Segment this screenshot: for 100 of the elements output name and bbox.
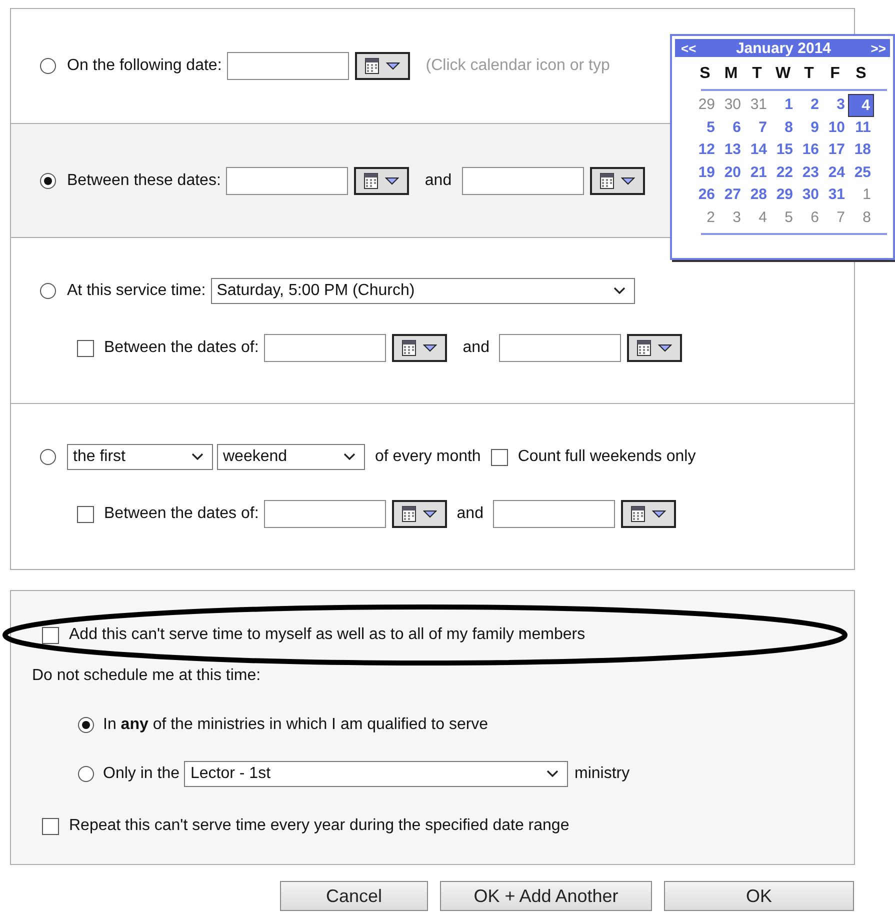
calendar-day[interactable]: 20 <box>718 162 744 184</box>
calendar-day[interactable]: 17 <box>822 139 848 162</box>
date-field[interactable] <box>264 500 386 528</box>
chevron-icon <box>191 453 204 461</box>
and-label: and <box>424 172 452 190</box>
calendar-day[interactable]: 31 <box>744 94 770 116</box>
calendar-day[interactable]: 7 <box>744 116 770 139</box>
calendar-button[interactable] <box>354 52 410 80</box>
calendar-day[interactable]: 28 <box>744 184 770 206</box>
calendar-icon <box>402 506 416 522</box>
date-field[interactable] <box>226 166 348 194</box>
caret-icon <box>422 344 437 352</box>
calendar-day[interactable]: 9 <box>796 116 822 139</box>
caret-icon <box>386 62 400 70</box>
radio-button[interactable] <box>78 717 94 733</box>
dialog-button[interactable]: Cancel <box>280 881 428 911</box>
calendar-day[interactable]: 18 <box>848 139 874 162</box>
calendar-day[interactable]: 4 <box>744 206 770 229</box>
period-dropdown[interactable]: weekend <box>217 444 365 470</box>
calendar-day[interactable]: 3 <box>822 94 848 116</box>
calendar-button[interactable] <box>627 334 682 362</box>
calendar-day[interactable]: 6 <box>718 116 744 139</box>
checkbox[interactable] <box>42 818 59 834</box>
weekday-label: S <box>698 64 712 84</box>
radio-button[interactable] <box>40 449 56 465</box>
calendar-day[interactable]: 23 <box>796 162 822 184</box>
checkbox[interactable] <box>490 448 508 466</box>
calendar-icon <box>364 172 378 188</box>
calendar-day[interactable]: 5 <box>770 206 796 229</box>
calendar-day[interactable]: 4 <box>848 94 874 116</box>
calendar-icon <box>637 340 652 356</box>
caret-icon <box>620 176 635 184</box>
option-label: Only in the <box>103 765 180 783</box>
calendar-day[interactable]: 30 <box>796 184 822 206</box>
and-label: and <box>462 339 490 357</box>
calendar-day[interactable]: 25 <box>848 162 874 184</box>
calendar-day[interactable]: 30 <box>718 94 744 116</box>
dialog-button[interactable]: OK <box>664 881 854 911</box>
calendar-day[interactable]: 21 <box>744 162 770 184</box>
calendar-day[interactable]: 3 <box>718 206 744 229</box>
calendar-day[interactable]: 16 <box>796 139 822 162</box>
calendar-day[interactable]: 14 <box>744 139 770 162</box>
caret-icon <box>422 510 437 518</box>
weekday-label: W <box>774 64 792 84</box>
date-field[interactable] <box>493 500 616 528</box>
calendar-day[interactable]: 1 <box>770 94 796 116</box>
calendar-day[interactable]: 7 <box>822 206 848 229</box>
calendar-day[interactable]: 2 <box>796 94 822 116</box>
previous-month-link[interactable]: << <box>681 40 696 56</box>
date-field[interactable] <box>264 334 386 362</box>
calendar-day[interactable]: 19 <box>692 162 718 184</box>
ministry-dropdown[interactable]: Lector - 1st <box>184 761 568 787</box>
calendar-day[interactable]: 8 <box>770 116 796 139</box>
option-label: On the following date: <box>67 57 222 75</box>
calendar-day[interactable]: 2 <box>692 206 718 229</box>
next-month-link[interactable]: >> <box>870 40 886 56</box>
service-time-dropdown[interactable]: Saturday, 5:00 PM (Church) <box>210 278 635 304</box>
calendar-day[interactable]: 31 <box>822 184 848 206</box>
calendar-day[interactable]: 11 <box>848 116 874 139</box>
calendar-day[interactable]: 6 <box>796 206 822 229</box>
calendar-day[interactable]: 24 <box>822 162 848 184</box>
calendar-icon <box>631 506 646 522</box>
option-label: Between these dates: <box>67 172 221 190</box>
calendar-day[interactable]: 27 <box>718 184 744 206</box>
option-label: At this service time: <box>67 282 206 300</box>
weekday-label: M <box>723 64 739 84</box>
date-field[interactable] <box>226 52 349 80</box>
calendar-day[interactable]: 10 <box>822 116 848 139</box>
checkbox[interactable] <box>42 626 59 644</box>
date-field[interactable] <box>462 166 584 194</box>
radio-button[interactable] <box>40 58 56 74</box>
chevron-icon <box>612 287 626 295</box>
date-field[interactable] <box>499 334 622 362</box>
calendar-day[interactable]: 12 <box>692 139 718 162</box>
calendar-button[interactable] <box>354 166 409 194</box>
calendar-day[interactable]: 1 <box>848 184 874 206</box>
checkbox[interactable] <box>77 506 94 522</box>
calendar-day[interactable]: 26 <box>692 184 718 206</box>
calendar-day[interactable]: 22 <box>770 162 796 184</box>
calendar-day[interactable]: 5 <box>692 116 718 139</box>
calendar-day[interactable]: 29 <box>770 184 796 206</box>
checkbox-label: Repeat this can't serve time every year during the specified date range <box>69 817 570 835</box>
calendar-day[interactable]: 29 <box>692 94 718 116</box>
radio-button[interactable] <box>78 766 94 782</box>
calendar-button[interactable] <box>621 500 676 528</box>
calendar-button[interactable] <box>392 500 447 528</box>
ordinal-dropdown[interactable]: the first <box>67 444 213 470</box>
calendar-day[interactable]: 8 <box>848 206 874 229</box>
checkbox[interactable] <box>77 340 94 356</box>
calendar-button[interactable] <box>392 334 447 362</box>
weekday-label: F <box>829 64 841 84</box>
radio-button[interactable] <box>40 283 56 299</box>
calendar-button[interactable] <box>590 166 645 194</box>
calendar-day[interactable]: 13 <box>718 139 744 162</box>
calendar-day[interactable]: 15 <box>770 139 796 162</box>
radio-button[interactable] <box>40 172 56 188</box>
suffix-label: ministry <box>574 765 630 783</box>
dialog-button[interactable]: OK + Add Another <box>440 881 652 911</box>
weekday-label: S <box>854 64 868 84</box>
chevron-icon <box>546 770 560 778</box>
